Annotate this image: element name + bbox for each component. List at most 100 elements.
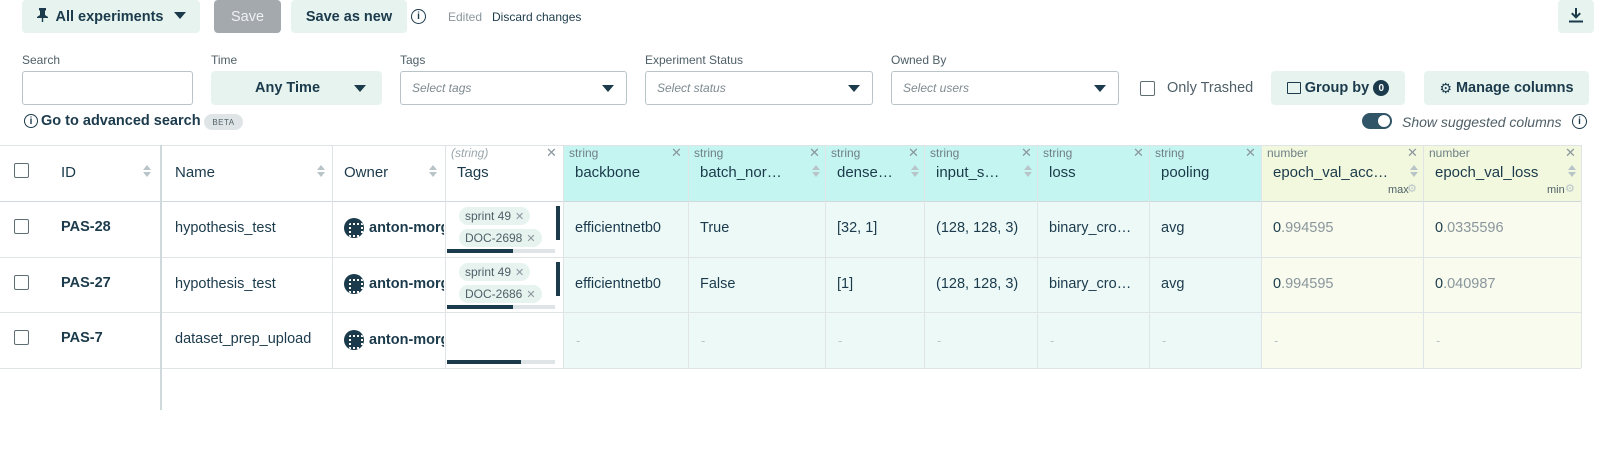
tags-hscroll-thumb[interactable] <box>447 249 513 253</box>
time-select[interactable]: Any Time <box>211 71 382 105</box>
close-icon[interactable]: ✕ <box>1021 145 1032 161</box>
close-icon[interactable]: ✕ <box>515 210 524 223</box>
close-icon[interactable]: ✕ <box>809 145 820 161</box>
avatar <box>344 274 364 294</box>
dense-cell: - <box>838 333 843 348</box>
column-header-batch-norm[interactable]: batch_nor… <box>700 164 782 181</box>
input-shape-cell: (128, 128, 3) <box>936 276 1019 292</box>
time-select-value: Any Time <box>255 80 321 96</box>
column-divider <box>1261 145 1262 368</box>
column-header-loss[interactable]: loss <box>1049 164 1076 181</box>
close-icon[interactable]: ✕ <box>1407 145 1418 161</box>
view-selector-button[interactable]: All experiments <box>22 0 200 33</box>
tags-select[interactable]: Select tags <box>400 71 627 105</box>
sort-icon[interactable] <box>143 165 151 177</box>
gear-icon[interactable]: ⚙ <box>1407 182 1417 195</box>
experiment-id-link[interactable]: PAS-7 <box>61 330 103 346</box>
string-columns-body-bg <box>563 202 1261 368</box>
column-header-epoch-val-acc[interactable]: epoch_val_acc… <box>1273 164 1388 181</box>
owner-cell[interactable]: anton-morg <box>344 330 444 350</box>
tags-hscroll-thumb[interactable] <box>447 305 513 309</box>
caret-down-icon <box>848 85 860 92</box>
input-shape-cell: - <box>937 333 942 348</box>
column-header-pooling[interactable]: pooling <box>1161 164 1209 181</box>
row-divider <box>0 312 1581 313</box>
toolbar: All experiments Save Save as new i Edite… <box>0 0 1600 36</box>
batch-norm-cell: - <box>701 333 706 348</box>
sort-icon[interactable] <box>911 165 919 177</box>
batch-norm-cell: True <box>700 220 730 236</box>
save-as-new-button[interactable]: Save as new <box>291 0 407 33</box>
owner-select[interactable]: Select users <box>891 71 1119 105</box>
sort-icon[interactable] <box>1568 165 1576 177</box>
tag-label: DOC-2686 <box>465 287 523 301</box>
tag-chip[interactable]: DOC-2698 ✕ <box>459 229 542 247</box>
close-icon[interactable]: ✕ <box>526 288 535 301</box>
backbone-cell: efficientnetb0 <box>575 220 661 236</box>
value-frac: .994595 <box>1281 220 1334 236</box>
tag-chip[interactable]: sprint 49 ✕ <box>459 263 531 281</box>
column-header-dense[interactable]: dense… <box>837 164 893 181</box>
sort-icon[interactable] <box>1410 165 1418 177</box>
pooling-cell: avg <box>1161 276 1185 292</box>
show-suggested-toggle[interactable] <box>1362 113 1392 129</box>
row-divider <box>0 145 1581 146</box>
manage-columns-button[interactable]: ⚙ Manage columns <box>1424 71 1589 105</box>
tag-label: sprint 49 <box>465 209 512 223</box>
sort-icon[interactable] <box>1024 165 1032 177</box>
close-icon[interactable]: ✕ <box>1565 145 1576 161</box>
column-divider <box>688 145 689 368</box>
row-checkbox[interactable] <box>14 219 29 234</box>
download-button[interactable] <box>1558 0 1594 33</box>
value-int: 0 <box>1435 220 1444 236</box>
owner-cell[interactable]: anton-morg <box>344 218 444 238</box>
column-divider <box>924 145 925 368</box>
status-select[interactable]: Select status <box>645 71 873 105</box>
column-header-name[interactable]: Name <box>175 164 215 181</box>
close-icon[interactable]: ✕ <box>515 266 524 279</box>
only-trashed-checkbox[interactable] <box>1140 81 1155 96</box>
close-icon[interactable]: ✕ <box>1133 145 1144 161</box>
column-header-backbone[interactable]: backbone <box>575 164 640 181</box>
edited-label: Edited <box>448 10 483 24</box>
tags-hscroll-thumb[interactable] <box>447 360 521 364</box>
close-icon[interactable]: ✕ <box>526 232 535 245</box>
save-button[interactable]: Save <box>214 0 281 33</box>
column-header-epoch-val-loss[interactable]: epoch_val_loss <box>1435 164 1538 181</box>
gear-icon: ⚙ <box>1439 79 1452 96</box>
search-input[interactable] <box>22 71 193 105</box>
time-label: Time <box>211 53 238 67</box>
select-all-checkbox[interactable] <box>14 163 29 178</box>
gear-icon[interactable]: ⚙ <box>1565 182 1575 195</box>
close-icon[interactable]: ✕ <box>546 145 557 161</box>
pooling-cell: avg <box>1161 220 1185 236</box>
group-by-button[interactable]: Group by 0 <box>1271 71 1405 105</box>
discard-changes-link[interactable]: Discard changes <box>492 10 581 24</box>
close-icon[interactable]: ✕ <box>1245 145 1256 161</box>
advanced-search-link[interactable]: i Go to advanced search <box>24 113 201 129</box>
row-checkbox[interactable] <box>14 330 29 345</box>
sort-icon[interactable] <box>429 165 437 177</box>
owner-cell[interactable]: anton-morg <box>344 274 444 294</box>
sort-icon[interactable] <box>317 165 325 177</box>
column-header-tags[interactable]: Tags <box>457 164 489 181</box>
tag-chip[interactable]: DOC-2686 ✕ <box>459 285 542 303</box>
column-header-owner[interactable]: Owner <box>344 164 388 181</box>
tag-chip[interactable]: sprint 49 ✕ <box>459 207 531 225</box>
tags-scrollbar[interactable] <box>556 206 560 240</box>
tags-scrollbar[interactable] <box>556 262 560 296</box>
owner-name: anton-morg <box>369 332 444 348</box>
info-icon[interactable]: i <box>1572 114 1587 129</box>
experiment-id-link[interactable]: PAS-28 <box>61 219 111 235</box>
sort-icon[interactable] <box>812 165 820 177</box>
close-icon[interactable]: ✕ <box>908 145 919 161</box>
row-checkbox[interactable] <box>14 275 29 290</box>
experiment-id-link[interactable]: PAS-27 <box>61 275 111 291</box>
close-icon[interactable]: ✕ <box>671 145 682 161</box>
column-header-id[interactable]: ID <box>61 164 76 181</box>
row-divider <box>0 368 1581 369</box>
info-icon[interactable]: i <box>411 9 426 24</box>
column-header-input-shape[interactable]: input_s… <box>936 164 999 181</box>
batch-norm-cell: False <box>700 276 736 292</box>
dense-cell: [32, 1] <box>837 220 878 236</box>
